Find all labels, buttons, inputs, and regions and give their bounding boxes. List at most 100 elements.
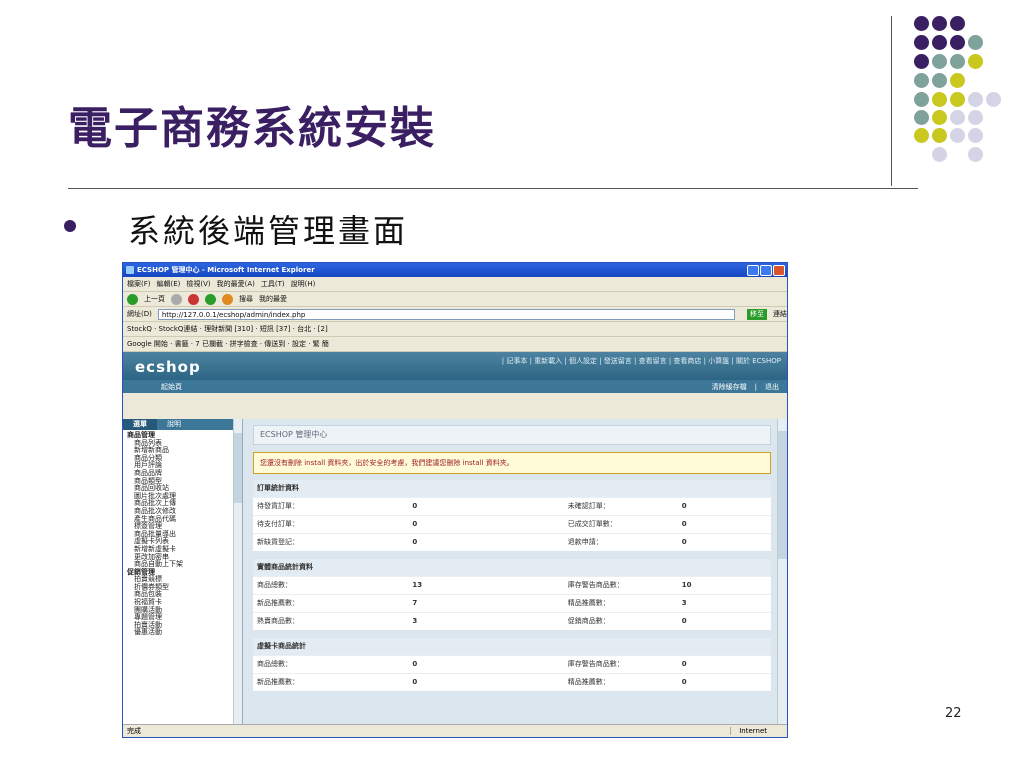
slide-title: 電子商務系統安裝 xyxy=(68,103,436,154)
menu-item[interactable]: 檢視(V) xyxy=(186,279,210,289)
install-warning: 您還沒有刪除 install 資料夾，出於安全的考慮，我們建議您刪除 insta… xyxy=(253,452,771,474)
stat-value: 0 xyxy=(677,514,771,533)
stats-table: 訂單統計資料 待發貨訂單： 0 未確認訂單： 0 待支付訂單： 0 已成交訂單數： 0 新缺貨登記… xyxy=(253,480,771,551)
stat-value: 13 xyxy=(408,575,564,594)
menu-bar: 檔案(F) 編輯(E) 檢視(V) 我的最愛(A) 工具(T) 說明(H) xyxy=(123,277,787,292)
home-icon[interactable] xyxy=(222,293,233,305)
page-number: 22 xyxy=(945,706,962,721)
table-row: 新缺貨登記： 0 退款申請： 0 xyxy=(253,532,771,551)
google-toolbar: Google 開始 · 書籤 · 7 已攔截 · 拼字檢查 · 傳送到 · 設定… xyxy=(123,337,787,352)
ie-icon xyxy=(126,266,134,274)
status-zone: Internet xyxy=(730,727,767,735)
stat-label: 待支付訂單： xyxy=(253,514,409,533)
stat-value: 0 xyxy=(408,496,564,515)
table-row: 熱賣商品數： 3 促銷商品數： 0 xyxy=(253,611,771,630)
stats-table-title: 實體商品統計資料 xyxy=(253,559,771,576)
stat-label: 待發貨訂單： xyxy=(253,496,409,515)
stockq-toolbar: StockQ · StockQ連結 · 理財新聞 [310] · 短訊 [37]… xyxy=(123,322,787,337)
tab-menu[interactable]: 選單 xyxy=(123,419,157,430)
ecshop-sidebar: 選單 說明 商品管理 商品列表 新增新商品 商品分類 用戶評論 商品品牌 商品類型 商品回收站… xyxy=(123,419,243,725)
stat-label: 已成交訂單數： xyxy=(563,514,678,533)
stat-value: 0 xyxy=(408,514,564,533)
ecshop-header: ecshop | 記事本 | 重新載入 | 個人設定 | 發送留言 | 查看留言… xyxy=(123,352,787,380)
ecshop-subbar: 起始頁 清除緩存檔 | 退出 xyxy=(123,380,787,393)
stat-value: 10 xyxy=(677,575,771,594)
stat-label: 庫存警告商品數： xyxy=(563,654,678,673)
stats-table-title: 虛擬卡商品統計 xyxy=(253,638,771,655)
stat-label: 精品推薦數： xyxy=(563,672,678,691)
table-row: 待支付訂單： 0 已成交訂單數： 0 xyxy=(253,514,771,533)
close-button[interactable] xyxy=(773,264,785,276)
menu-item[interactable]: 我的最愛(A) xyxy=(217,279,255,289)
stat-label: 新品推薦數： xyxy=(253,672,409,691)
table-row: 待發貨訂單： 0 未確認訂單： 0 xyxy=(253,496,771,515)
stat-value: 0 xyxy=(677,611,771,630)
stat-label: 庫存警告商品數： xyxy=(563,575,678,594)
menu-item[interactable]: 檔案(F) xyxy=(127,279,151,289)
stat-label: 促銷商品數： xyxy=(563,611,678,630)
sidebar-menu: 商品管理 商品列表 新增新商品 商品分類 用戶評論 商品品牌 商品類型 商品回收站 圖片批次處理… xyxy=(123,430,242,639)
refresh-icon[interactable] xyxy=(205,293,216,305)
stat-value: 7 xyxy=(408,593,564,612)
stat-value: 0 xyxy=(677,496,771,515)
back-icon[interactable] xyxy=(127,293,138,305)
stat-value: 0 xyxy=(677,672,771,691)
stop-icon[interactable] xyxy=(188,293,199,305)
tab-help[interactable]: 說明 xyxy=(157,419,191,430)
stat-value: 0 xyxy=(408,532,564,551)
home-link[interactable]: 起始頁 xyxy=(161,382,182,392)
main-scrollbar[interactable] xyxy=(777,419,787,725)
window-title: ECSHOP 管理中心 - Microsoft Internet Explore… xyxy=(137,266,315,274)
stats-table: 實體商品統計資料 商品總數： 13 庫存警告商品數： 10 新品推薦數： 7 精品推薦數： 3 熱… xyxy=(253,559,771,630)
clear-cache-link[interactable]: 清除緩存檔 xyxy=(712,382,747,392)
address-bar: 網址(D) http://127.0.0.1/ecshop/admin/inde… xyxy=(123,307,787,322)
sidebar-scrollbar[interactable] xyxy=(233,419,242,725)
menu-item[interactable]: 編輯(E) xyxy=(157,279,181,289)
maximize-button[interactable] xyxy=(760,264,772,276)
stat-label: 退款申請： xyxy=(563,532,678,551)
stat-value: 0 xyxy=(408,672,564,691)
main-heading: ECSHOP 管理中心 xyxy=(253,425,771,445)
stat-value: 0 xyxy=(677,654,771,673)
go-button[interactable]: 移至 xyxy=(747,308,767,320)
horizontal-divider xyxy=(68,188,918,189)
ecshop-logo: ecshop xyxy=(135,358,201,376)
ecshop-main: ECSHOP 管理中心 您還沒有刪除 install 資料夾，出於安全的考慮，我… xyxy=(243,419,787,725)
menu-item[interactable]: 工具(T) xyxy=(261,279,285,289)
minimize-button[interactable] xyxy=(747,264,759,276)
stockq-toolbar-text[interactable]: StockQ · StockQ連結 · 理財新聞 [310] · 短訊 [37]… xyxy=(127,324,328,334)
browser-window: ECSHOP 管理中心 - Microsoft Internet Explore… xyxy=(122,262,788,738)
stat-label: 未確認訂單： xyxy=(563,496,678,515)
stat-label: 精品推薦數： xyxy=(563,593,678,612)
stat-value: 3 xyxy=(677,593,771,612)
back-button[interactable]: 上一頁 xyxy=(144,294,165,304)
forward-icon[interactable] xyxy=(171,293,182,305)
address-input[interactable]: http://127.0.0.1/ecshop/admin/index.php xyxy=(157,308,735,320)
stats-table: 虛擬卡商品統計 商品總數： 0 庫存警告商品數： 0 新品推薦數： 0 精品推薦數： 0 xyxy=(253,638,771,691)
stat-value: 0 xyxy=(677,532,771,551)
address-label: 網址(D) xyxy=(127,310,152,318)
ecshop-top-nav[interactable]: | 記事本 | 重新載入 | 個人設定 | 發送留言 | 查看留言 | 查看商店… xyxy=(502,356,781,366)
table-row: 商品總數： 0 庫存警告商品數： 0 xyxy=(253,654,771,673)
favorites-button[interactable]: 我的最愛 xyxy=(259,294,287,304)
menu-item[interactable]: 說明(H) xyxy=(291,279,316,289)
status-text: 完成 xyxy=(127,727,141,735)
vertical-divider xyxy=(891,16,892,186)
sidebar-item[interactable]: 優惠活動 xyxy=(127,629,238,637)
status-bar: 完成 Internet xyxy=(123,724,787,737)
stats-table-title: 訂單統計資料 xyxy=(253,480,771,497)
google-toolbar-text[interactable]: Google 開始 · 書籤 · 7 已攔截 · 拼字檢查 · 傳送到 · 設定… xyxy=(127,339,329,349)
stat-label: 熱賣商品數： xyxy=(253,611,409,630)
table-row: 新品推薦數： 7 精品推薦數： 3 xyxy=(253,593,771,612)
stat-value: 0 xyxy=(408,654,564,673)
table-row: 新品推薦數： 0 精品推薦數： 0 xyxy=(253,672,771,691)
links-label[interactable]: 連結 xyxy=(773,309,787,319)
slide-bullet: 系統後端管理畫面 xyxy=(128,212,409,250)
search-button[interactable]: 搜尋 xyxy=(239,294,253,304)
window-titlebar: ECSHOP 管理中心 - Microsoft Internet Explore… xyxy=(123,263,787,277)
toolbar: 上一頁 搜尋 我的最愛 xyxy=(123,292,787,307)
stat-label: 新品推薦數： xyxy=(253,593,409,612)
logout-link[interactable]: 退出 xyxy=(765,382,779,392)
stat-label: 商品總數： xyxy=(253,654,409,673)
stat-value: 3 xyxy=(408,611,564,630)
